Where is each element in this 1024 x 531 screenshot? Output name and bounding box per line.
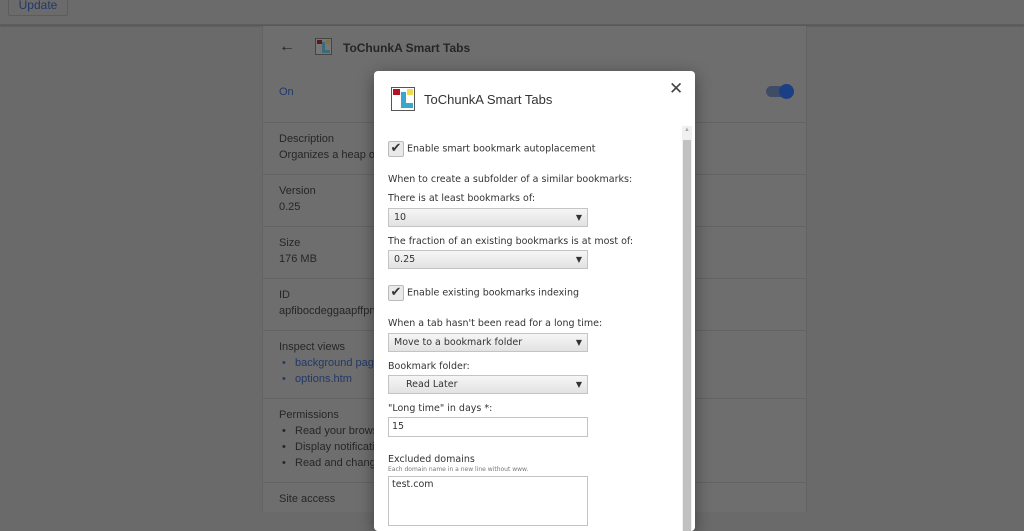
dialog-title: ToChunkA Smart Tabs <box>424 92 553 107</box>
scrollbar-thumb[interactable] <box>683 140 691 531</box>
autoplacement-label: Enable smart bookmark autoplacement <box>407 143 596 155</box>
update-button[interactable]: Update <box>8 0 68 16</box>
scrollbar[interactable]: ▲ <box>682 126 692 531</box>
subfolder-heading: When to create a subfolder of a similar … <box>388 174 633 185</box>
excluded-domains-textarea[interactable]: test.com <box>388 476 588 526</box>
bookmark-folder-select[interactable]: Read Later ▼ <box>388 375 588 394</box>
at-least-value: 10 <box>394 212 407 223</box>
dropdown-arrow-icon: ▼ <box>575 380 582 389</box>
excluded-domains-label: Excluded domains <box>388 454 475 465</box>
at-least-select[interactable]: 10 ▼ <box>388 208 588 227</box>
enable-toggle[interactable] <box>766 84 794 99</box>
options-dialog: ToChunkA Smart Tabs ✕ ▲ ✔ Enable smart bo… <box>374 71 695 531</box>
extension-logo-icon <box>315 38 332 55</box>
days-input[interactable]: 15 <box>388 417 588 437</box>
long-time-action-select[interactable]: Move to a bookmark folder ▼ <box>388 333 588 352</box>
excluded-domains-hint: Each domain name in a new line without w… <box>388 466 529 473</box>
scroll-up-icon[interactable]: ▲ <box>684 127 690 133</box>
extension-title: ToChunkA Smart Tabs <box>343 41 471 55</box>
indexing-checkbox-row[interactable]: ✔ Enable existing bookmarks indexing <box>388 285 579 301</box>
long-time-action-value: Move to a bookmark folder <box>394 337 523 348</box>
indexing-checkbox[interactable]: ✔ <box>388 285 404 301</box>
bookmark-folder-label: Bookmark folder: <box>388 361 470 372</box>
details-header: ← ToChunkA Smart Tabs <box>263 26 806 72</box>
status-label: On <box>279 86 294 98</box>
top-bar: Update <box>0 0 1024 25</box>
long-time-label: When a tab hasn't been read for a long t… <box>388 318 603 329</box>
autoplacement-checkbox[interactable]: ✔ <box>388 141 404 157</box>
indexing-label: Enable existing bookmarks indexing <box>407 287 579 299</box>
dropdown-arrow-icon: ▼ <box>575 255 582 264</box>
close-icon[interactable]: ✕ <box>669 79 683 99</box>
days-label: "Long time" in days *: <box>388 403 493 414</box>
fraction-select[interactable]: 0.25 ▼ <box>388 250 588 269</box>
at-least-label: There is at least bookmarks of: <box>388 193 536 204</box>
toggle-knob <box>779 84 794 99</box>
bookmark-folder-value: Read Later <box>406 379 458 390</box>
extension-logo-icon <box>391 87 415 111</box>
dropdown-arrow-icon: ▼ <box>575 338 582 347</box>
fraction-value: 0.25 <box>394 254 416 265</box>
autoplacement-checkbox-row[interactable]: ✔ Enable smart bookmark autoplacement <box>388 141 596 157</box>
back-arrow-icon[interactable]: ← <box>279 38 295 56</box>
fraction-label: The fraction of an existing bookmarks is… <box>388 236 634 247</box>
dropdown-arrow-icon: ▼ <box>575 213 582 222</box>
